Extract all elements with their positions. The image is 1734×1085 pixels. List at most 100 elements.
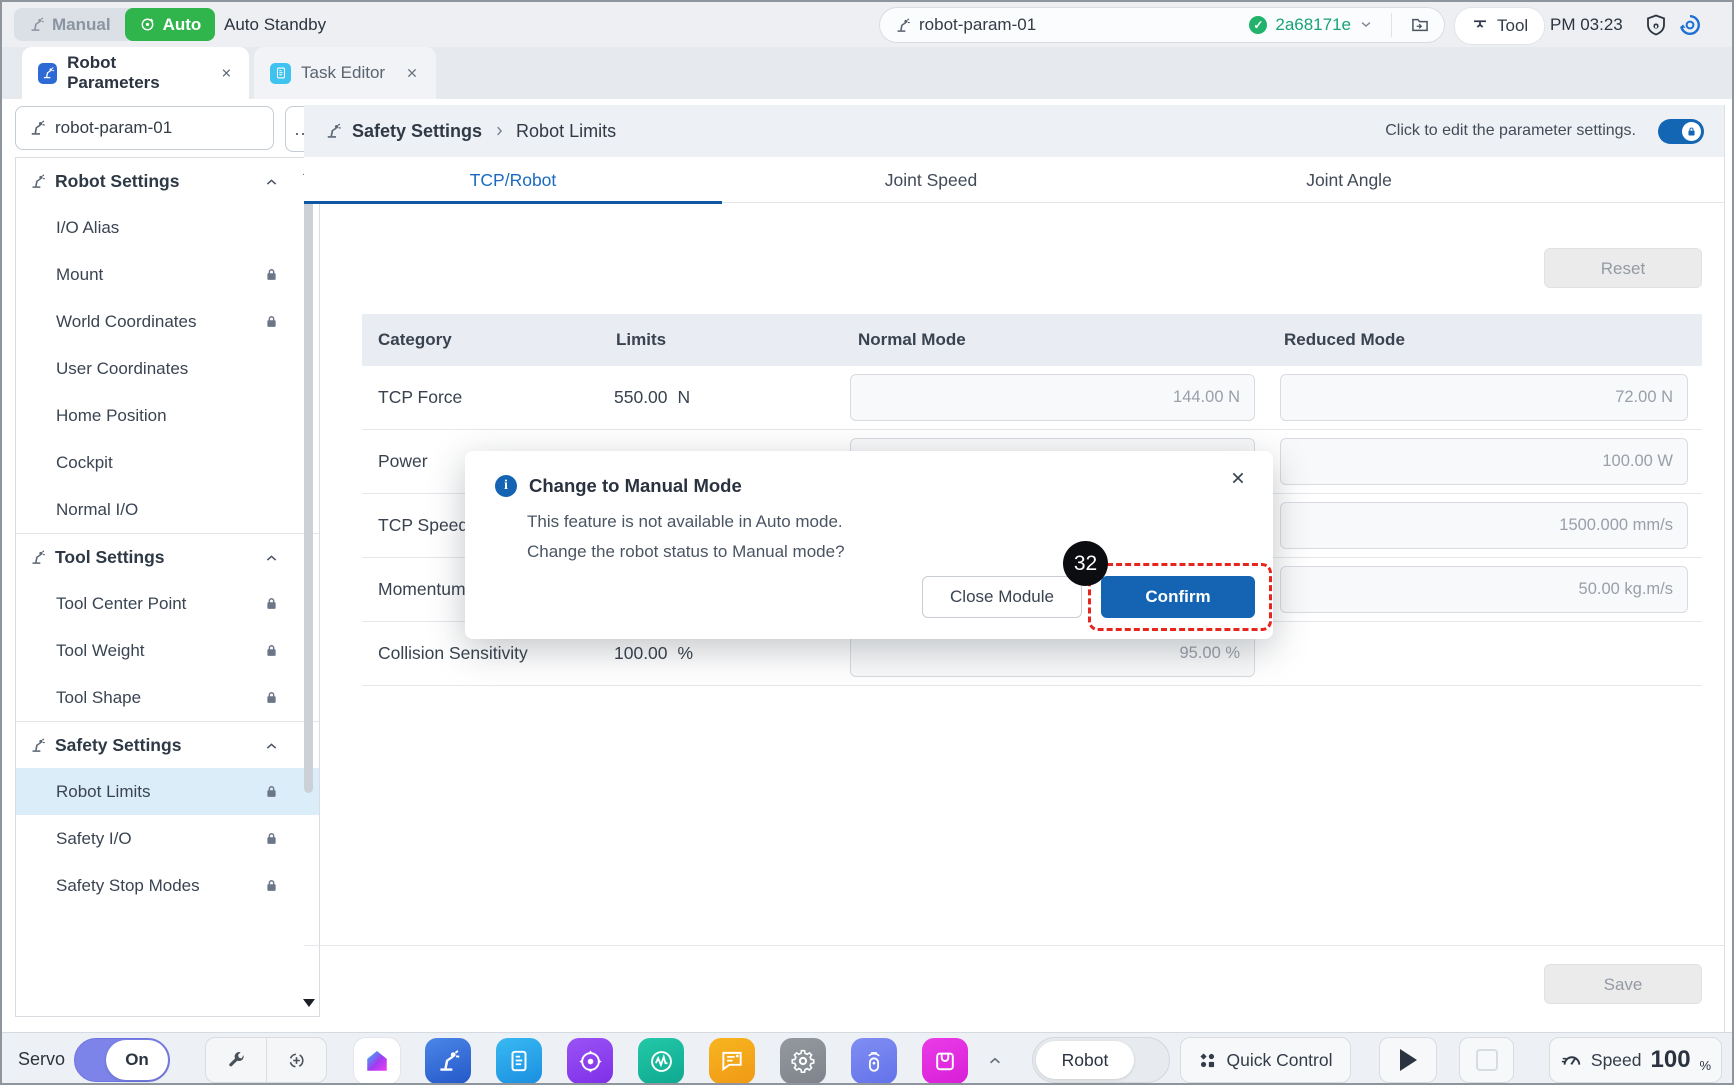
- sidebar-item-robot-limits[interactable]: Robot Limits: [16, 768, 319, 815]
- row-category: TCP Force: [378, 366, 462, 429]
- row-category: TCP Speed: [378, 494, 468, 557]
- tool-utility-group: [205, 1037, 327, 1083]
- wrench-icon: [226, 1050, 246, 1070]
- tab-robot-parameters[interactable]: Robot Parameters: [22, 47, 249, 99]
- edit-hint-text: Click to edit the parameter settings.: [1385, 122, 1636, 140]
- tab-task-editor[interactable]: Task Editor: [254, 47, 436, 99]
- item-label: Tool Center Point: [56, 594, 186, 614]
- close-module-button[interactable]: Close Module: [922, 576, 1082, 618]
- section-tool-settings[interactable]: Tool Settings: [16, 534, 319, 580]
- servo-toggle[interactable]: On: [74, 1038, 170, 1082]
- dock-collapse-button[interactable]: [987, 1033, 1003, 1085]
- save-button[interactable]: Save: [1544, 964, 1702, 1004]
- open-folder-icon[interactable]: [1410, 15, 1430, 35]
- sidebar-item-user-coordinates[interactable]: User Coordinates: [16, 345, 319, 392]
- quick-control-button[interactable]: Quick Control: [1180, 1037, 1351, 1083]
- tool-button-label: Tool: [1497, 16, 1528, 36]
- edit-lock-toggle[interactable]: [1658, 119, 1704, 144]
- auto-mode-button[interactable]: Auto: [125, 8, 216, 41]
- tab-joint-speed[interactable]: Joint Speed: [722, 157, 1140, 203]
- robot-target-switch[interactable]: Robot: [1032, 1037, 1170, 1083]
- clock-text: PM 03:23: [1550, 2, 1623, 47]
- app-settings-button[interactable]: [780, 1038, 826, 1084]
- reset-button[interactable]: Reset: [1544, 248, 1702, 288]
- scrollbar-thumb[interactable]: [304, 193, 313, 793]
- retarget-button[interactable]: [266, 1038, 327, 1082]
- section-robot-settings[interactable]: Robot Settings: [16, 158, 319, 204]
- stop-button[interactable]: [1459, 1037, 1514, 1083]
- sidebar-scrollbar[interactable]: [301, 161, 316, 1013]
- robot-arm-icon: [28, 16, 45, 33]
- lock-icon: [1686, 126, 1697, 137]
- reduced-mode-input[interactable]: 1500.000 mm/s: [1280, 502, 1688, 549]
- chevron-up-icon[interactable]: [264, 174, 279, 189]
- safety-shield-icon[interactable]: [1644, 13, 1668, 37]
- sidebar-item-mount[interactable]: Mount: [16, 251, 319, 298]
- reduced-mode-input[interactable]: 100.00 W: [1280, 438, 1688, 485]
- app-remote-button[interactable]: [851, 1038, 897, 1084]
- sidebar-item-safety-io[interactable]: Safety I/O: [16, 815, 319, 862]
- sidebar-item-safety-stop-modes[interactable]: Safety Stop Modes: [16, 862, 319, 909]
- sidebar-item-cockpit[interactable]: Cockpit: [16, 439, 319, 486]
- lock-icon: [264, 314, 279, 329]
- servo-state: On: [106, 1040, 168, 1080]
- sidebar-item-tool-weight[interactable]: Tool Weight: [16, 627, 319, 674]
- parameter-name-field[interactable]: robot-param-01: [15, 106, 274, 150]
- bottom-dock: Servo On: [2, 1032, 1732, 1085]
- quick-control-label: Quick Control: [1226, 1050, 1332, 1071]
- app-robot-params-button[interactable]: [425, 1038, 471, 1084]
- dialog-message-line1: This feature is not available in Auto mo…: [527, 507, 845, 537]
- sidebar-item-io-alias[interactable]: I/O Alias: [16, 204, 319, 251]
- sidebar-item-tool-center-point[interactable]: Tool Center Point: [16, 580, 319, 627]
- speed-label: Speed: [1591, 1050, 1642, 1071]
- row-category: Power: [378, 430, 428, 493]
- robot-arm-icon: [29, 737, 46, 754]
- sidebar-item-home-position[interactable]: Home Position: [16, 392, 319, 439]
- section-title: Safety Settings: [55, 735, 181, 756]
- tab-joint-angle[interactable]: Joint Angle: [1140, 157, 1558, 203]
- close-tab-icon[interactable]: [405, 66, 419, 80]
- chevron-up-icon[interactable]: [264, 550, 279, 565]
- app-log-button[interactable]: [709, 1038, 755, 1084]
- sidebar-item-tool-shape[interactable]: Tool Shape: [16, 674, 319, 721]
- col-reduced-mode: Reduced Mode: [1284, 314, 1405, 366]
- robot-arm-app-icon: [435, 1048, 461, 1074]
- app-window: Manual Auto Auto Standby robot-param-01 …: [0, 0, 1734, 1085]
- chevron-down-icon[interactable]: [1359, 18, 1373, 32]
- col-limits: Limits: [616, 314, 666, 366]
- breadcrumb: Safety Settings Robot Limits Click to ed…: [304, 105, 1724, 157]
- speed-control[interactable]: Speed 100 %: [1549, 1037, 1722, 1083]
- tab-tcp-robot[interactable]: TCP/Robot: [304, 157, 722, 203]
- reduced-mode-input[interactable]: 50.00 kg.m/s: [1280, 566, 1688, 613]
- sidebar-item-world-coordinates[interactable]: World Coordinates: [16, 298, 319, 345]
- chevron-up-icon[interactable]: [264, 738, 279, 753]
- item-label: User Coordinates: [56, 359, 188, 379]
- manual-mode-button[interactable]: Manual: [14, 8, 125, 41]
- tool-button[interactable]: Tool: [1454, 7, 1545, 45]
- reduced-mode-input[interactable]: 72.00 N: [1280, 374, 1688, 421]
- settings-menu: Robot Settings I/O Alias Mount World Coo…: [15, 157, 320, 1017]
- app-task-editor-button[interactable]: [496, 1038, 542, 1084]
- app-jog-button[interactable]: [567, 1038, 613, 1084]
- item-label: Safety Stop Modes: [56, 876, 200, 896]
- manual-mode-label: Manual: [52, 15, 111, 35]
- col-category: Category: [378, 314, 452, 366]
- lock-icon: [264, 267, 279, 282]
- item-label: Cockpit: [56, 453, 113, 473]
- section-safety-settings[interactable]: Safety Settings: [16, 722, 319, 768]
- parameter-file-selector[interactable]: robot-param-01 ✓ 2a68171e: [879, 7, 1445, 43]
- item-label: Safety I/O: [56, 829, 132, 849]
- app-monitoring-button[interactable]: [638, 1038, 684, 1084]
- sync-swirl-icon[interactable]: [1678, 13, 1702, 37]
- app-home-button[interactable]: [354, 1038, 400, 1084]
- play-button[interactable]: [1379, 1037, 1437, 1083]
- dialog-close-icon[interactable]: [1229, 469, 1247, 487]
- close-tab-icon[interactable]: [220, 66, 233, 80]
- wrench-button[interactable]: [206, 1038, 266, 1082]
- normal-mode-input[interactable]: 144.00 N: [850, 374, 1255, 421]
- scroll-down-arrow-icon[interactable]: [303, 999, 315, 1007]
- sidebar-item-normal-io[interactable]: Normal I/O: [16, 486, 319, 533]
- item-label: Tool Shape: [56, 688, 141, 708]
- app-store-button[interactable]: [922, 1038, 968, 1084]
- row-category: Momentum: [378, 558, 466, 621]
